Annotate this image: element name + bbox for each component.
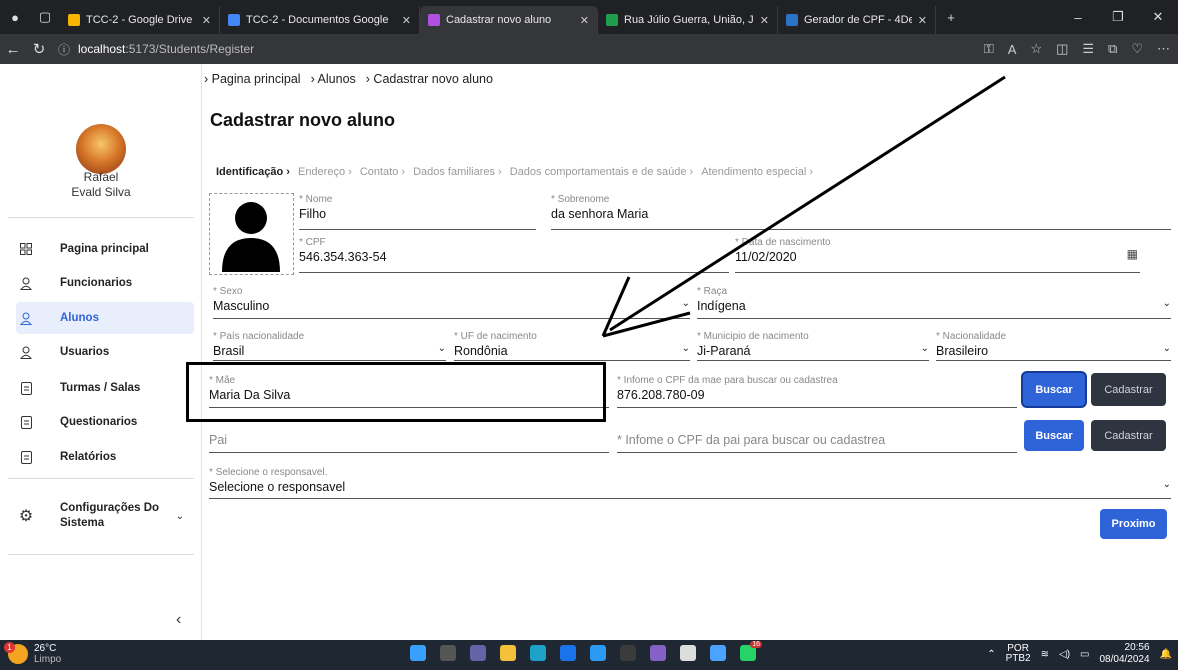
github-icon[interactable] [680, 645, 696, 661]
sun-icon: 1 [4, 642, 28, 664]
task-view-icon[interactable] [440, 645, 456, 661]
chrome-icon[interactable] [560, 645, 576, 661]
windows-start-icon[interactable] [410, 645, 426, 661]
annotation-arrows [601, 75, 1006, 338]
language-indicator[interactable]: POR PTB2 [1006, 644, 1031, 664]
battery-icon[interactable]: ▭ [1080, 649, 1089, 660]
edge-icon[interactable] [530, 645, 546, 661]
vscode-icon[interactable] [590, 645, 606, 661]
annotation-arrow [601, 75, 1006, 338]
terminal-icon[interactable] [620, 645, 636, 661]
wifi-icon[interactable]: ≋ [1041, 649, 1049, 660]
visual-studio-icon[interactable] [650, 645, 666, 661]
clock[interactable]: 20:56 08/04/2024 [1099, 642, 1149, 666]
weather-widget[interactable]: 1 26°C Limpo [4, 642, 61, 665]
whatsapp-icon[interactable]: 16 [740, 641, 762, 661]
app-icon[interactable] [710, 645, 726, 661]
file-explorer-icon[interactable] [500, 645, 516, 661]
windows-taskbar: 1 26°C Limpo 16 ⌃ POR PTB2 ≋ ◁) ▭ 20:56 [0, 640, 1178, 670]
chevron-up-icon[interactable]: ⌃ [987, 649, 995, 660]
teams-icon[interactable] [470, 645, 486, 661]
volume-icon[interactable]: ◁) [1059, 649, 1070, 660]
notifications-icon[interactable]: 🔔 [1160, 649, 1172, 660]
